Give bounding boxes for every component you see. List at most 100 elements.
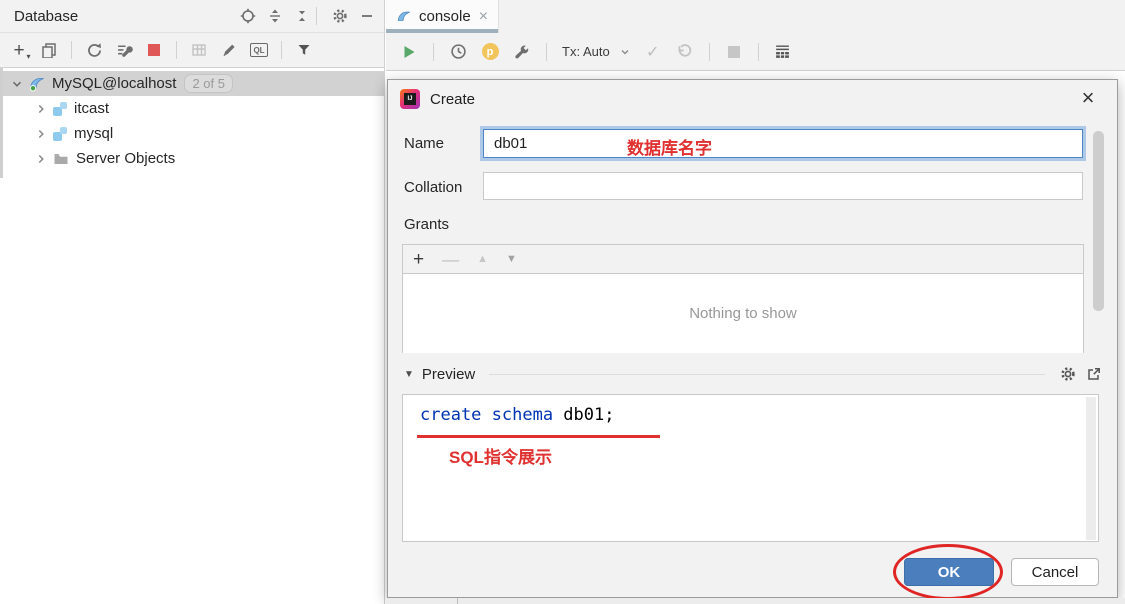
- collapse-all-icon[interactable]: [293, 7, 311, 25]
- database-panel-header: Database: [0, 0, 384, 33]
- editor-tab-bar: console ×: [386, 0, 1125, 33]
- separator: [316, 7, 317, 25]
- collation-field-label: Collation: [404, 179, 463, 196]
- create-schema-dialog: IJ Create × Name db01 数据库名字 Collation Gr…: [387, 79, 1118, 600]
- expand-all-icon[interactable]: [266, 7, 284, 25]
- tab-console[interactable]: console ×: [386, 0, 500, 33]
- history-clock-icon[interactable]: [445, 39, 471, 65]
- sql-annotation: SQL指令展示: [449, 448, 552, 467]
- locate-object-icon[interactable]: [239, 7, 257, 25]
- dialog-close-icon[interactable]: ×: [1077, 87, 1099, 110]
- database-panel-title: Database: [14, 7, 79, 25]
- preview-header: ▼ Preview: [404, 364, 1103, 384]
- mysql-dolphin-icon: [28, 75, 46, 93]
- jump-to-console-icon[interactable]: QL: [246, 37, 272, 63]
- dialog-scrollbar[interactable]: [1093, 131, 1104, 311]
- collation-input[interactable]: [483, 172, 1083, 200]
- output-console-icon[interactable]: [770, 39, 796, 65]
- preview-section-label: Preview: [421, 365, 476, 383]
- preview-scrollbar[interactable]: [1086, 397, 1096, 540]
- filter-funnel-icon[interactable]: [291, 37, 317, 63]
- tree-node-server-objects[interactable]: Server Objects: [0, 146, 384, 171]
- separator: [433, 42, 434, 61]
- separator: [757, 42, 759, 61]
- ide-window: Database + ▾ QL MySQL@localhost 2 of 5 i…: [0, 0, 1125, 604]
- annotation-underline: [417, 435, 660, 438]
- connection-label: MySQL@localhost: [52, 75, 177, 92]
- add-data-source-button[interactable]: + ▾: [6, 37, 32, 63]
- tab-label: console: [419, 8, 471, 25]
- refresh-icon[interactable]: [81, 37, 107, 63]
- name-field-label: Name: [404, 135, 445, 152]
- chevron-right-icon[interactable]: [30, 127, 52, 141]
- console-toolbar: p Tx: Auto ✓: [386, 33, 1125, 71]
- separator: [71, 41, 72, 59]
- database-tree: MySQL@localhost 2 of 5 itcast mysql Serv…: [0, 68, 384, 171]
- separator: [546, 42, 547, 61]
- intellij-logo-icon: IJ: [400, 89, 420, 109]
- divider: [489, 373, 1045, 375]
- empty-list-text: Nothing to show: [689, 305, 797, 322]
- dialog-title: Create: [430, 90, 476, 108]
- dropdown-arrow-icon: ▾: [26, 51, 31, 61]
- stop-disabled-button[interactable]: [721, 39, 747, 65]
- name-input[interactable]: db01 数据库名字: [483, 129, 1083, 158]
- dialog-titlebar[interactable]: IJ Create: [388, 80, 1117, 118]
- grants-section-label: Grants: [404, 216, 450, 233]
- tree-node-mysql-schema[interactable]: mysql: [0, 121, 384, 146]
- schema-icon: [52, 101, 68, 117]
- tree-node-itcast[interactable]: itcast: [0, 96, 384, 121]
- grants-panel: + — ▲ ▼ Nothing to show: [402, 244, 1084, 353]
- chevron-down-icon[interactable]: [6, 77, 28, 91]
- open-in-editor-icon[interactable]: [1085, 365, 1103, 383]
- active-tab-underline: [386, 29, 499, 33]
- settings-gear-icon[interactable]: [331, 7, 349, 25]
- schema-icon: [52, 126, 68, 142]
- name-input-value: db01: [494, 135, 528, 152]
- grants-toolbar: + — ▲ ▼: [403, 245, 1083, 274]
- ok-button[interactable]: OK: [904, 558, 994, 586]
- gutter-line: [457, 598, 458, 604]
- chevron-down-icon[interactable]: [616, 43, 634, 61]
- sql-identifier: db01;: [553, 405, 615, 425]
- data-source-properties-icon[interactable]: [111, 37, 137, 63]
- edit-pencil-icon[interactable]: [216, 37, 242, 63]
- grants-list: Nothing to show: [403, 274, 1083, 353]
- sql-statement: create schema db01;: [420, 405, 614, 425]
- cancel-button[interactable]: Cancel: [1011, 558, 1099, 586]
- separator: [708, 42, 710, 61]
- folder-label: Server Objects: [76, 150, 176, 167]
- sql-keyword: create schema: [420, 405, 554, 425]
- database-toolbar: + ▾ QL: [0, 33, 384, 68]
- separator: [281, 41, 282, 59]
- collapse-triangle-icon[interactable]: ▼: [404, 369, 414, 380]
- schema-label: itcast: [74, 100, 110, 117]
- run-play-button[interactable]: [396, 39, 422, 65]
- database-tool-window: Database + ▾ QL MySQL@localhost 2 of 5 i…: [0, 0, 385, 604]
- name-annotation: 数据库名字: [627, 139, 712, 158]
- folder-icon: [52, 150, 70, 168]
- stop-button[interactable]: [141, 37, 167, 63]
- add-grant-icon[interactable]: +: [413, 250, 424, 269]
- move-down-icon[interactable]: ▼: [506, 253, 517, 265]
- bottom-strip: [386, 598, 1125, 604]
- parameters-icon[interactable]: p: [477, 39, 503, 65]
- hide-panel-icon[interactable]: [358, 7, 376, 25]
- duplicate-button[interactable]: [36, 37, 62, 63]
- rollback-undo-icon[interactable]: [672, 39, 698, 65]
- preview-settings-gear-icon[interactable]: [1059, 365, 1077, 383]
- commit-check-icon[interactable]: ✓: [640, 39, 666, 65]
- sql-preview-editor[interactable]: create schema db01; SQL指令展示: [402, 394, 1099, 542]
- chevron-right-icon[interactable]: [30, 102, 52, 116]
- tx-mode-label[interactable]: Tx: Auto: [562, 44, 610, 59]
- remove-grant-icon[interactable]: —: [442, 251, 459, 268]
- tree-node-mysql-connection[interactable]: MySQL@localhost 2 of 5: [0, 71, 384, 96]
- close-tab-icon[interactable]: ×: [479, 8, 488, 25]
- schema-count-badge: 2 of 5: [184, 74, 233, 93]
- move-up-icon[interactable]: ▲: [477, 253, 488, 265]
- mysql-dolphin-icon: [395, 8, 413, 26]
- wrench-settings-icon[interactable]: [509, 39, 535, 65]
- panel-edge-strip: [0, 68, 3, 178]
- table-view-icon[interactable]: [186, 37, 212, 63]
- chevron-right-icon[interactable]: [30, 152, 52, 166]
